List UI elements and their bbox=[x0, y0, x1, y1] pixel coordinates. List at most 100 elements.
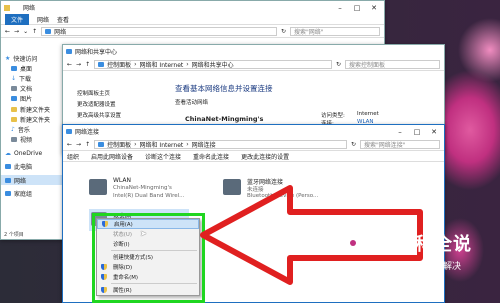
link-control-panel-home[interactable]: 控制面板主页 bbox=[77, 89, 121, 100]
nav-item-downloads[interactable]: ↓ 下载 bbox=[1, 73, 63, 83]
forward-icon[interactable]: → bbox=[76, 61, 81, 68]
explorer-navbar: ← → ⌄ ↑ 网络 ↻ 搜索"网络" bbox=[1, 25, 384, 38]
nav-item-folder-2[interactable]: 新建文件夹 bbox=[1, 114, 63, 124]
network-icon bbox=[5, 177, 11, 183]
adapter-line-1: ChinaNet-Mingming's bbox=[113, 185, 172, 191]
nav-item-folder-1[interactable]: 新建文件夹 bbox=[1, 104, 63, 114]
sharing-center-left-links: 控制面板主页 更改适配器设置 更改高级共享设置 bbox=[77, 89, 121, 122]
adapter-line-2: Intel(R) Dual Band Wirel... bbox=[113, 193, 185, 199]
toolbar-change-settings[interactable]: 更改此连接的设置 bbox=[241, 152, 289, 161]
control-panel-icon bbox=[98, 61, 105, 67]
breadcrumb-item[interactable]: 控制面板 bbox=[107, 140, 131, 149]
sharing-center-address-bar[interactable]: 控制面板 › 网络和 Internet › 网络和共享中心 bbox=[94, 59, 332, 69]
sharing-center-icon bbox=[66, 49, 72, 54]
network-icon bbox=[45, 28, 52, 34]
picture-icon bbox=[11, 96, 17, 102]
breadcrumb-item[interactable]: 网络和 Internet bbox=[140, 140, 184, 149]
quick-access-icon[interactable] bbox=[4, 4, 10, 11]
video-icon bbox=[11, 137, 17, 143]
connections-title: 网络连接 bbox=[75, 129, 100, 136]
wifi-adapter-icon bbox=[89, 179, 107, 195]
explorer-address-bar[interactable]: 网络 bbox=[41, 26, 277, 36]
explorer-status-bar: 2 个项目 bbox=[4, 232, 24, 238]
refresh-icon[interactable]: ↻ bbox=[351, 141, 356, 148]
refresh-icon[interactable]: ↻ bbox=[336, 61, 341, 68]
folder-icon bbox=[11, 116, 17, 122]
tab-view[interactable]: 查看 bbox=[57, 15, 69, 24]
watermark-subtitle: 助你轻松解决 bbox=[406, 262, 461, 272]
sharing-center-search-input[interactable]: 搜索控制面板 bbox=[345, 59, 440, 69]
explorer-title: 网络 bbox=[23, 5, 36, 12]
search-text: 搜索"网络连接" bbox=[364, 141, 406, 149]
computer-icon bbox=[5, 164, 11, 170]
search-text: 搜索"网络" bbox=[294, 28, 324, 36]
up-icon[interactable]: ↑ bbox=[85, 61, 90, 68]
minimize-icon[interactable]: – bbox=[336, 4, 344, 12]
tab-network[interactable]: 网络 bbox=[37, 15, 49, 24]
toolbar-diagnose[interactable]: 诊断这个连接 bbox=[145, 152, 181, 161]
connections-address-bar[interactable]: 控制面板 › 网络和 Internet › 网络连接 bbox=[94, 139, 347, 149]
watermark-logo-icon bbox=[347, 237, 359, 249]
homegroup-icon bbox=[5, 190, 11, 196]
red-arrow-annotation bbox=[200, 185, 423, 285]
minimize-icon[interactable]: – bbox=[396, 128, 404, 136]
sharing-center-title: 网络和共享中心 bbox=[75, 49, 118, 56]
breadcrumb-item[interactable]: 网络和共享中心 bbox=[192, 60, 234, 69]
explorer-search-input[interactable]: 搜索"网络" bbox=[290, 26, 380, 36]
maximize-icon[interactable]: □ bbox=[413, 128, 421, 136]
sharing-center-heading: 查看基本网络信息并设置连接 bbox=[175, 84, 273, 93]
refresh-icon[interactable]: ↻ bbox=[281, 28, 286, 35]
explorer-titlebar: 网络 – □ ✕ bbox=[1, 1, 384, 14]
adapter-wlan[interactable]: WLAN ChinaNet-Mingming's Intel(R) Dual B… bbox=[89, 177, 209, 207]
document-icon bbox=[11, 86, 17, 92]
back-icon[interactable]: ← bbox=[67, 61, 72, 68]
toolbar-enable-device[interactable]: 启用此网络设备 bbox=[91, 152, 133, 161]
nav-item-network[interactable]: 网络 bbox=[1, 175, 63, 186]
toolbar-rename[interactable]: 重命名此连接 bbox=[193, 152, 229, 161]
sharing-center-navbar: ← → ↑ 控制面板 › 网络和 Internet › 网络和共享中心 ↻ 搜索控制… bbox=[63, 58, 444, 71]
tab-file[interactable]: 文件 bbox=[5, 13, 30, 25]
access-type-label: 访问类型: bbox=[321, 113, 345, 119]
toolbar-organize[interactable]: 组织 bbox=[67, 152, 79, 161]
connections-navbar: ← → ↑ 控制面板 › 网络和 Internet › 网络连接 ↻ 搜索"网络连接… bbox=[63, 138, 444, 151]
download-icon: ↓ bbox=[11, 74, 17, 82]
access-type-value: Internet bbox=[357, 111, 379, 117]
connections-toolbar: 组织 启用此网络设备 诊断这个连接 重命名此连接 更改此连接的设置 bbox=[63, 151, 444, 162]
close-icon[interactable]: ✕ bbox=[370, 4, 378, 12]
connections-search-input[interactable]: 搜索"网络连接" bbox=[360, 139, 440, 149]
nav-item-quick-access[interactable]: ★ 快速访问 bbox=[1, 53, 63, 63]
nav-item-this-pc[interactable]: 此电脑 bbox=[1, 162, 63, 172]
sharing-center-subheading: 查看活动网络 bbox=[175, 100, 209, 106]
breadcrumb-item[interactable]: 控制面板 bbox=[107, 60, 131, 69]
sharing-center-titlebar: 网络和共享中心 bbox=[63, 45, 444, 58]
breadcrumb-item[interactable]: 网络和 Internet bbox=[140, 60, 184, 69]
link-change-advanced-sharing[interactable]: 更改高级共享设置 bbox=[77, 111, 121, 122]
nav-item-desktop[interactable]: 桌面 bbox=[1, 63, 63, 73]
back-icon[interactable]: ← bbox=[5, 28, 10, 35]
maximize-icon[interactable]: □ bbox=[353, 4, 361, 12]
up-icon[interactable]: ↑ bbox=[85, 141, 90, 148]
nav-item-pictures[interactable]: 图片 bbox=[1, 94, 63, 104]
close-icon[interactable]: ✕ bbox=[430, 128, 438, 136]
control-panel-icon bbox=[98, 141, 105, 147]
breadcrumb-item[interactable]: 网络连接 bbox=[192, 140, 216, 149]
forward-icon[interactable]: → bbox=[76, 141, 81, 148]
address-text: 网络 bbox=[54, 28, 67, 36]
nav-item-music[interactable]: ♪ 音乐 bbox=[1, 124, 63, 134]
up-icon[interactable]: ↑ bbox=[32, 28, 37, 35]
recent-icon[interactable]: ⌄ bbox=[23, 28, 28, 35]
nav-item-onedrive[interactable]: ☁ OneDrive bbox=[1, 149, 63, 159]
network-connections-icon bbox=[66, 129, 72, 134]
nav-item-documents[interactable]: 文档 bbox=[1, 84, 63, 94]
folder-icon bbox=[11, 106, 17, 112]
nav-item-homegroup[interactable]: 家庭组 bbox=[1, 188, 63, 198]
nav-item-videos[interactable]: 视频 bbox=[1, 135, 63, 145]
network-name: ChinaNet-Mingming's bbox=[185, 115, 264, 123]
link-change-adapter-settings[interactable]: 更改适配器设置 bbox=[77, 100, 121, 111]
highlight-box bbox=[92, 213, 205, 303]
star-icon: ★ bbox=[5, 54, 11, 62]
back-icon[interactable]: ← bbox=[67, 141, 72, 148]
connections-titlebar: 网络连接 – □ ✕ bbox=[63, 125, 444, 138]
forward-icon[interactable]: → bbox=[14, 28, 19, 35]
music-icon: ♪ bbox=[11, 125, 15, 133]
